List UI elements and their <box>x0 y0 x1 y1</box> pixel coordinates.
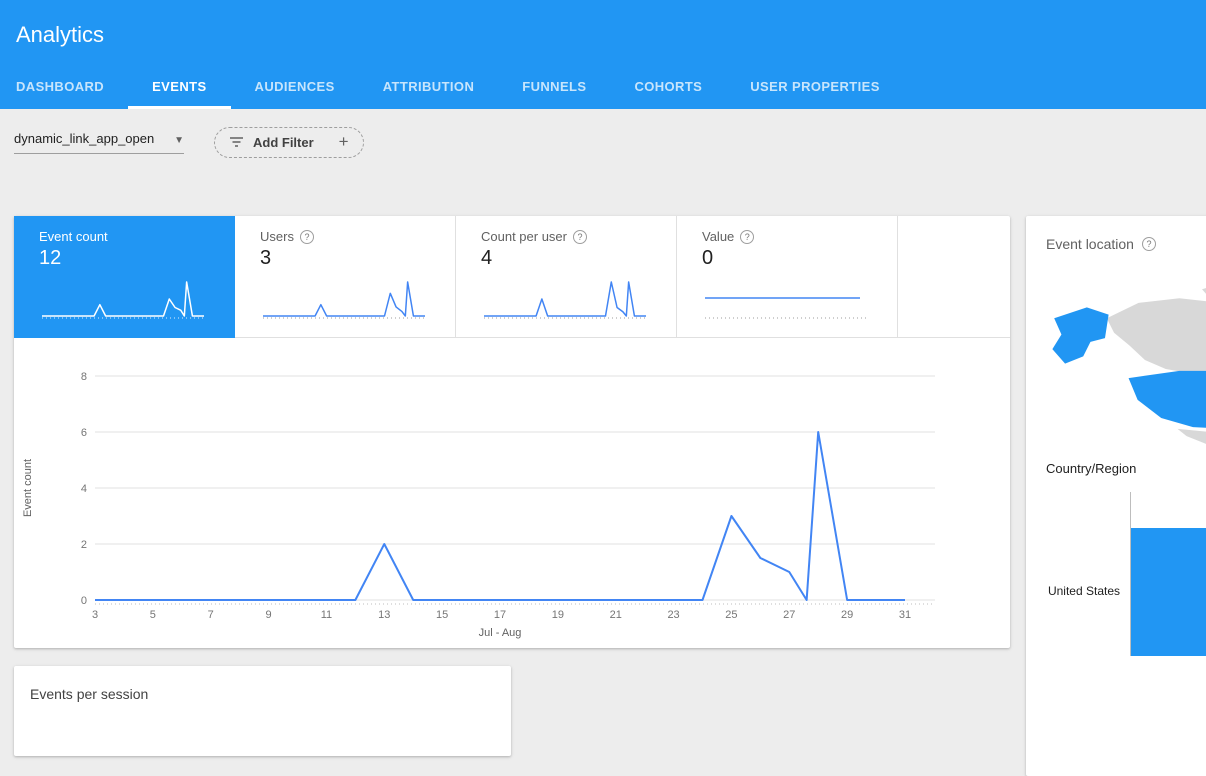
y-axis-label: Event count <box>22 459 34 517</box>
svg-text:25: 25 <box>725 609 737 621</box>
map-region-mexico <box>1178 429 1206 456</box>
plus-icon: + <box>339 132 349 152</box>
tab-user-properties[interactable]: USER PROPERTIES <box>726 64 904 109</box>
metric-card-count-per-user[interactable]: Count per user? 4 <box>456 216 677 338</box>
help-icon[interactable]: ? <box>573 230 587 244</box>
svg-text:4: 4 <box>81 483 87 495</box>
metric-label: Value <box>702 229 734 244</box>
svg-text:5: 5 <box>150 609 156 621</box>
metric-label: Users <box>260 229 294 244</box>
app-title: Analytics <box>0 0 1206 64</box>
metric-sparkline <box>39 272 209 324</box>
event-location-title: Event location <box>1046 236 1134 252</box>
app-header: Analytics DASHBOARDEVENTSAUDIENCESATTRIB… <box>0 0 1206 109</box>
svg-text:27: 27 <box>783 609 795 621</box>
map-region-united-states[interactable] <box>1129 371 1206 429</box>
event-count-line-chart: 0 2 4 6 8 3 5 7 9 11 13 15 17 19 21 23 25 27 29 31 Jul - Aug <box>44 356 954 646</box>
help-icon[interactable]: ? <box>300 230 314 244</box>
map-region-alaska[interactable] <box>1052 307 1108 363</box>
metric-sparkline <box>260 272 430 324</box>
svg-text:15: 15 <box>436 609 448 621</box>
metric-card-value[interactable]: Value? 0 <box>677 216 898 338</box>
svg-text:Jul - Aug: Jul - Aug <box>479 627 522 639</box>
svg-text:23: 23 <box>667 609 679 621</box>
svg-text:21: 21 <box>610 609 622 621</box>
metric-card-users[interactable]: Users? 3 <box>235 216 456 338</box>
metric-value: 4 <box>481 247 660 270</box>
metric-sparkline <box>702 272 872 324</box>
svg-text:2: 2 <box>81 539 87 551</box>
country-bar[interactable] <box>1131 528 1206 656</box>
event-location-title-row: Event location ? <box>1026 216 1206 252</box>
event-location-card: Event location ? Country/Region United S… <box>1026 216 1206 776</box>
help-icon[interactable]: ? <box>1142 237 1156 251</box>
country-region-label: Country/Region <box>1026 461 1206 476</box>
svg-text:8: 8 <box>81 371 87 383</box>
svg-text:19: 19 <box>552 609 564 621</box>
filter-bar: dynamic_link_app_open ▼ Add Filter + <box>0 109 1206 175</box>
filter-list-icon <box>229 136 244 148</box>
country-bars-column <box>1130 492 1206 656</box>
tab-events[interactable]: EVENTS <box>128 64 230 109</box>
dropdown-caret-icon: ▼ <box>174 136 184 146</box>
svg-text:13: 13 <box>378 609 390 621</box>
events-per-session-title: Events per session <box>30 686 495 702</box>
svg-text:6: 6 <box>81 427 87 439</box>
tab-attribution[interactable]: ATTRIBUTION <box>359 64 499 109</box>
add-filter-label: Add Filter <box>253 135 314 150</box>
svg-text:17: 17 <box>494 609 506 621</box>
metric-card-event-count[interactable]: Event count 12 <box>14 216 235 338</box>
events-per-session-card: Events per session <box>14 666 511 756</box>
event-selector-dropdown[interactable]: dynamic_link_app_open ▼ <box>14 131 184 154</box>
add-filter-button[interactable]: Add Filter + <box>214 127 364 158</box>
map-region-canada <box>1107 298 1206 374</box>
svg-text:7: 7 <box>208 609 214 621</box>
svg-text:9: 9 <box>266 609 272 621</box>
tab-bar: DASHBOARDEVENTSAUDIENCESATTRIBUTIONFUNNE… <box>0 64 1206 109</box>
tab-dashboard[interactable]: DASHBOARD <box>0 64 128 109</box>
svg-text:3: 3 <box>92 609 98 621</box>
svg-text:11: 11 <box>321 609 332 621</box>
events-metrics-card: Event count 12 Users? 3 Count per user? 4 Valu… <box>14 216 1010 648</box>
metric-label: Event count <box>39 229 108 244</box>
map-region-arctic-3 <box>1202 284 1206 297</box>
metric-value: 12 <box>39 247 218 270</box>
metric-sparkline <box>481 272 651 324</box>
event-location-map[interactable] <box>1026 262 1206 457</box>
metric-value: 0 <box>702 247 881 270</box>
tab-funnels[interactable]: FUNNELS <box>498 64 610 109</box>
country-bar-chart: United States <box>1026 492 1206 656</box>
svg-text:29: 29 <box>841 609 853 621</box>
event-count-chart: Event count 0 2 4 6 8 3 5 7 9 11 13 15 17 19 21 23 25 27 2… <box>14 338 1010 646</box>
country-labels-column: United States <box>1026 492 1130 656</box>
country-label: United States <box>1026 584 1130 598</box>
svg-text:0: 0 <box>81 595 87 607</box>
tab-cohorts[interactable]: COHORTS <box>610 64 726 109</box>
help-icon[interactable]: ? <box>740 230 754 244</box>
metric-label: Count per user <box>481 229 567 244</box>
svg-text:31: 31 <box>899 609 911 621</box>
metric-row: Event count 12 Users? 3 Count per user? 4 Valu… <box>14 216 1010 338</box>
tab-audiences[interactable]: AUDIENCES <box>231 64 359 109</box>
metric-value: 3 <box>260 247 439 270</box>
event-selector-value: dynamic_link_app_open <box>14 131 154 146</box>
